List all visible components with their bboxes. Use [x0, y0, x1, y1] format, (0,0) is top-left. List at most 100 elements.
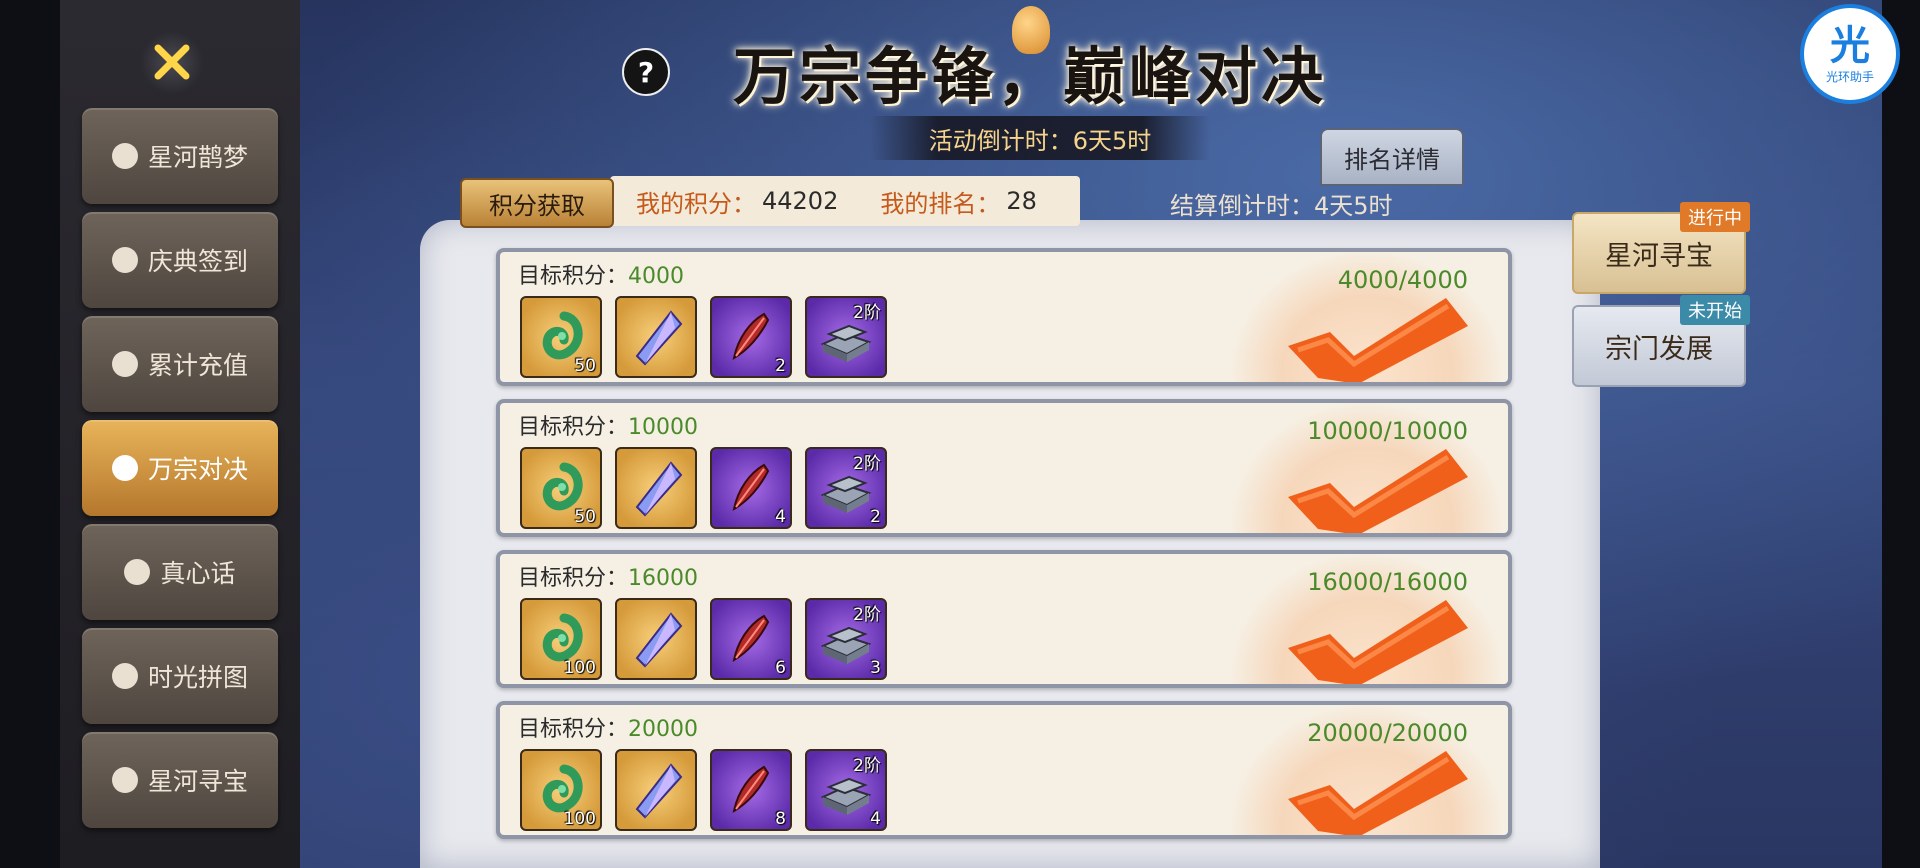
score-strip: 我的积分： 44202 我的排名： 28	[610, 176, 1080, 226]
money-bag-icon	[111, 351, 138, 377]
halo-logo-glyph: 光	[1830, 22, 1870, 69]
reward-item[interactable]: 100	[520, 749, 602, 831]
my-score-label: 我的积分：	[636, 189, 756, 218]
people-icon	[111, 455, 138, 481]
sidebar-item-xinghe-xunbao[interactable]: 星河寻宝	[82, 732, 278, 828]
sidebar-item-shiguang-pintu[interactable]: 时光拼图	[82, 628, 278, 724]
item-count: 8	[775, 809, 786, 829]
reward-item[interactable]: 2阶 2	[805, 447, 887, 529]
countdown-label: 活动倒计时：	[928, 126, 1073, 155]
target-score-label: 目标积分：20000	[518, 711, 698, 743]
reward-item[interactable]: 2	[710, 296, 792, 378]
settle-label: 结算倒计时：	[1170, 192, 1314, 220]
event-tab-label: 宗门发展	[1605, 333, 1713, 365]
halo-logo-text: 光环助手	[1825, 69, 1874, 84]
reward-item[interactable]: 8	[710, 749, 792, 831]
item-count: 100	[563, 809, 596, 829]
status-badge: 未开始	[1680, 295, 1750, 325]
reward-item[interactable]: 50	[520, 296, 602, 378]
reward-row: 目标积分：4000 50 2 2阶 4000/4000	[496, 248, 1512, 386]
sidebar-item-wanzong-duijue[interactable]: 万宗对决	[82, 420, 278, 516]
reward-item[interactable]	[615, 447, 697, 529]
rank-detail-button[interactable]: 排名详情	[1320, 128, 1464, 186]
progress-text: 4000/4000	[1337, 266, 1468, 294]
score-gain-label: 积分获取	[489, 191, 585, 220]
item-count: 3	[870, 658, 881, 678]
sidebar-item-label: 星河鹊梦	[147, 143, 248, 172]
right-screen-edge	[1882, 0, 1920, 868]
reward-item[interactable]: 2阶	[805, 296, 887, 378]
target-score-prefix: 目标积分：	[518, 717, 629, 742]
progress-text: 20000/20000	[1307, 719, 1468, 747]
countdown-value: 6天5时	[1072, 126, 1152, 155]
close-icon	[154, 44, 190, 80]
reward-item[interactable]	[615, 598, 697, 680]
scroll-icon	[111, 143, 138, 169]
score-gain-button[interactable]: 积分获取	[460, 178, 614, 228]
page-title: 万宗争锋，巅峰对决	[732, 40, 1327, 113]
target-score-value: 20000	[628, 717, 699, 742]
halo-assistant-logo[interactable]: 光 光环助手	[1804, 8, 1896, 100]
target-score-label: 目标积分：16000	[518, 560, 698, 592]
sidebar-item-label: 真心话	[160, 559, 236, 588]
target-score-prefix: 目标积分：	[518, 566, 629, 591]
checkmark-icon	[1288, 600, 1468, 684]
item-count: 2	[775, 356, 786, 376]
item-count: 50	[574, 507, 596, 527]
reward-item[interactable]	[615, 296, 697, 378]
money-bag-icon	[111, 767, 138, 793]
sidebar-item-label: 万宗对决	[147, 455, 248, 484]
people-icon	[111, 663, 138, 689]
event-tab-label: 星河寻宝	[1605, 240, 1713, 272]
reward-item[interactable]: 50	[520, 447, 602, 529]
reward-row: 目标积分：10000 50 4 2阶 2 10000/10000	[496, 399, 1512, 537]
item-count: 4	[870, 809, 881, 829]
sidebar-item-label: 星河寻宝	[147, 767, 248, 796]
item-count: 50	[574, 356, 596, 376]
settlement-countdown: 结算倒计时：4天5时	[1170, 186, 1393, 221]
status-badge: 进行中	[1680, 202, 1750, 232]
item-count: 100	[563, 658, 596, 678]
reward-items: 50 2 2阶	[520, 296, 887, 378]
rank-detail-label: 排名详情	[1344, 145, 1440, 174]
close-button[interactable]	[140, 30, 204, 94]
item-tier: 2阶	[853, 756, 881, 776]
reward-items: 100 6 2阶 3	[520, 598, 887, 680]
item-count: 6	[775, 658, 786, 678]
my-rank-value: 28	[1006, 187, 1037, 215]
settle-value: 4天5时	[1314, 192, 1393, 220]
reward-item[interactable]: 2阶 4	[805, 749, 887, 831]
item-count: 2	[870, 507, 881, 527]
sidebar-item-leiji-chongzhi[interactable]: 累计充值	[82, 316, 278, 412]
event-tab-xinghe-xunbao[interactable]: 星河寻宝 进行中	[1572, 202, 1750, 294]
reward-item[interactable]	[615, 749, 697, 831]
my-rank-label: 我的排名：	[880, 189, 1001, 218]
progress-text: 16000/16000	[1307, 568, 1468, 596]
event-tab-zongmen-fazhan[interactable]: 宗门发展 未开始	[1572, 295, 1750, 387]
item-tier: 2阶	[853, 454, 881, 474]
sidebar-item-label: 时光拼图	[147, 663, 248, 692]
reward-item[interactable]: 4	[710, 447, 792, 529]
sidebar-item-xinghe-quemeng[interactable]: 星河鹊梦	[82, 108, 278, 204]
sidebar-item-label: 庆典签到	[147, 247, 248, 276]
target-score-prefix: 目标积分：	[518, 415, 629, 440]
left-screen-edge	[0, 0, 60, 868]
item-tier: 2阶	[853, 605, 881, 625]
target-score-value: 4000	[628, 264, 685, 289]
reward-row: 目标积分：16000 100 6 2阶 3 16000/16000	[496, 550, 1512, 688]
reward-item[interactable]: 100	[520, 598, 602, 680]
sidebar-item-zhenxinhua[interactable]: 真心话	[82, 524, 278, 620]
event-countdown: 活动倒计时： 6天5时	[870, 116, 1210, 160]
reward-item[interactable]: 6	[710, 598, 792, 680]
progress-text: 10000/10000	[1307, 417, 1468, 445]
sidebar-item-qingdian-qiandao[interactable]: 庆典签到	[82, 212, 278, 308]
checkmark-icon	[1288, 751, 1468, 835]
sidebar-item-label: 累计充值	[147, 351, 248, 380]
help-button[interactable]: ?	[622, 48, 670, 96]
checkmark-icon	[1288, 298, 1468, 382]
item-count: 4	[775, 507, 786, 527]
target-score-value: 16000	[628, 566, 699, 591]
reward-item[interactable]: 2阶 3	[805, 598, 887, 680]
target-score-value: 10000	[628, 415, 699, 440]
item-tier: 2阶	[853, 303, 881, 323]
